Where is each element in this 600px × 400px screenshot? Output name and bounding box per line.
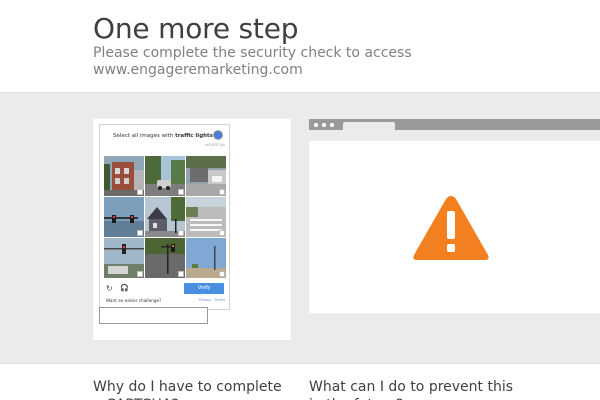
image-tile[interactable] [186, 197, 226, 237]
image-tile[interactable] [145, 197, 185, 237]
image-tile[interactable] [186, 238, 226, 278]
warning-icon [413, 196, 489, 260]
image-tile[interactable] [104, 197, 144, 237]
reload-icon[interactable]: ↻ [106, 284, 113, 293]
recaptcha-challenge: Select all images with traffic lights re… [99, 124, 230, 310]
tile-checkbox [137, 230, 143, 236]
browser-illustration [309, 119, 600, 315]
recaptcha-footer: ↻ 🎧 Verify Want an easier challenge? Pri… [100, 281, 229, 309]
headphones-icon[interactable]: 🎧 [120, 284, 129, 292]
verify-button[interactable]: Verify [184, 283, 224, 294]
easier-challenge-link[interactable]: Want an easier challenge? [106, 298, 161, 303]
tile-checkbox [178, 230, 184, 236]
challenge-prompt: Select all images with traffic lights [113, 133, 213, 139]
page-header: One more step Please complete the securi… [0, 0, 600, 92]
faq-question-prevent: What can I do to prevent this in the fut… [309, 379, 514, 400]
window-dot-icon [330, 123, 334, 127]
window-dot-icon [322, 123, 326, 127]
window-dot-icon [314, 123, 318, 127]
tile-checkbox [219, 189, 225, 195]
image-tile[interactable] [104, 156, 144, 196]
challenge-prompt-prefix: Select all images with [113, 133, 176, 139]
image-grid [104, 156, 226, 278]
image-tile[interactable] [104, 238, 144, 278]
browser-content [309, 141, 600, 313]
image-tile[interactable] [186, 156, 226, 196]
tile-checkbox [137, 271, 143, 277]
browser-titlebar [309, 119, 600, 130]
tile-checkbox [137, 189, 143, 195]
recaptcha-logo-text: reCAPTCHA [205, 143, 225, 147]
challenge-prompt-target: traffic lights [175, 133, 213, 139]
faq-question-why: Why do I have to complete a CAPTCHA? [93, 379, 282, 400]
image-tile[interactable] [145, 238, 185, 278]
tile-checkbox [219, 230, 225, 236]
captcha-response-field[interactable] [99, 307, 208, 324]
page-title: One more step [93, 12, 299, 45]
browser-tab [343, 122, 395, 130]
page-subtitle: Please complete the security check to ac… [93, 45, 412, 78]
tile-checkbox [178, 189, 184, 195]
recaptcha-logo-icon [213, 130, 223, 140]
tile-checkbox [219, 271, 225, 277]
image-tile[interactable] [145, 156, 185, 196]
privacy-terms-link[interactable]: Privacy - Terms [199, 298, 225, 302]
recaptcha-header: Select all images with traffic lights re… [100, 125, 229, 156]
tile-checkbox [178, 271, 184, 277]
